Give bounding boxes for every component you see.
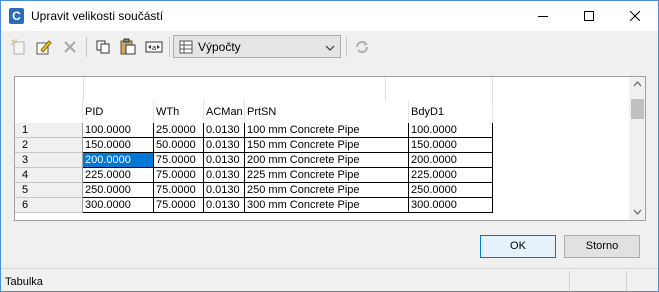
table-row: 1 100.0000 25.0000 0.0130 100 mm Concret…	[15, 123, 628, 138]
cell-prtsn[interactable]: 100 mm Concrete Pipe	[245, 123, 409, 138]
cell-pid[interactable]: 100.0000	[83, 123, 154, 138]
table-row: 3 200.0000 75.0000 0.0130 200 mm Concret…	[15, 153, 628, 168]
cell-pid[interactable]: 150.0000	[83, 138, 154, 153]
row-number[interactable]: 2	[15, 138, 83, 153]
table-group-header	[15, 77, 628, 101]
cell-pid[interactable]: 300.0000	[83, 198, 154, 213]
cell-prtsn[interactable]: 225 mm Concrete Pipe	[245, 168, 409, 183]
header-acman[interactable]: ACMan	[204, 101, 245, 123]
cell-pid[interactable]: 250.0000	[83, 183, 154, 198]
table-row: 6 300.0000 75.0000 0.0130 300 mm Concret…	[15, 198, 628, 213]
cell-acman[interactable]: 0.0130	[204, 123, 245, 138]
toolbar: a Výpočty	[1, 31, 658, 63]
maximize-icon	[584, 11, 594, 21]
parts-table: PID WTh ACMan PrtSN BdyD1 1 100.0000 25.…	[14, 76, 646, 221]
close-icon	[630, 11, 640, 21]
header-bdyd1[interactable]: BdyD1	[409, 101, 493, 123]
cell-prtsn[interactable]: 300 mm Concrete Pipe	[245, 198, 409, 213]
cell-acman[interactable]: 0.0130	[204, 198, 245, 213]
refresh-icon	[356, 41, 368, 53]
cell-acman[interactable]: 0.0130	[204, 153, 245, 168]
title-bar: C Upravit velikosti součástí	[1, 1, 658, 31]
cell-bdyd1[interactable]: 200.0000	[409, 153, 493, 168]
table-icon	[179, 40, 193, 57]
cell-bdyd1[interactable]: 100.0000	[409, 123, 493, 138]
window-title: Upravit velikosti součástí	[31, 9, 164, 23]
maximize-button[interactable]	[566, 1, 612, 31]
row-number[interactable]: 3	[15, 153, 83, 168]
cell-wth[interactable]: 50.0000	[154, 138, 204, 153]
cell-prtsn[interactable]: 250 mm Concrete Pipe	[245, 183, 409, 198]
scroll-up-icon	[633, 81, 642, 87]
header-wth[interactable]: WTh	[154, 101, 204, 123]
dialog-window: C Upravit velikosti součástí a Výpočty P…	[0, 0, 659, 292]
vertical-scrollbar[interactable]	[629, 77, 645, 220]
delete-x-icon	[64, 41, 76, 53]
ok-button[interactable]: OK	[480, 235, 556, 258]
table-header: PID WTh ACMan PrtSN BdyD1	[15, 101, 628, 123]
paste-button[interactable]	[117, 36, 139, 58]
header-prtsn[interactable]: PrtSN	[245, 101, 409, 123]
cell-wth[interactable]: 75.0000	[154, 198, 204, 213]
refresh-button[interactable]	[351, 36, 373, 58]
edit-button[interactable]	[33, 36, 55, 58]
copy-button[interactable]	[92, 36, 114, 58]
minimize-icon	[538, 16, 548, 17]
scrollbar-thumb[interactable]	[631, 99, 644, 119]
cell-bdyd1[interactable]: 300.0000	[409, 198, 493, 213]
cell-acman[interactable]: 0.0130	[204, 168, 245, 183]
minimize-button[interactable]	[520, 1, 566, 31]
delete-button[interactable]	[59, 36, 81, 58]
cell-acman[interactable]: 0.0130	[204, 183, 245, 198]
row-number[interactable]: 1	[15, 123, 83, 138]
app-logo-icon: C	[9, 8, 24, 24]
cell-bdyd1[interactable]: 250.0000	[409, 183, 493, 198]
cell-bdyd1[interactable]: 225.0000	[409, 168, 493, 183]
chevron-down-icon	[325, 43, 335, 55]
cell-acman[interactable]: 0.0130	[204, 138, 245, 153]
table-row: 5 250.0000 75.0000 0.0130 250 mm Concret…	[15, 183, 628, 198]
cell-bdyd1[interactable]: 150.0000	[409, 138, 493, 153]
copy-icon	[96, 40, 110, 54]
paste-icon	[120, 38, 136, 55]
cell-wth[interactable]: 75.0000	[154, 183, 204, 198]
new-button[interactable]	[8, 36, 30, 58]
cell-wth[interactable]: 75.0000	[154, 168, 204, 183]
row-number[interactable]: 4	[15, 168, 83, 183]
scroll-down-icon	[633, 209, 642, 215]
status-bar: Tabulka	[1, 268, 658, 291]
cell-pid[interactable]: 225.0000	[83, 168, 154, 183]
header-pid[interactable]: PID	[83, 101, 154, 123]
cell-prtsn[interactable]: 150 mm Concrete Pipe	[245, 138, 409, 153]
new-document-icon	[11, 39, 25, 55]
table-row: 4 225.0000 75.0000 0.0130 225 mm Concret…	[15, 168, 628, 183]
cell-pid-selected[interactable]: 200.0000	[83, 153, 154, 168]
row-number[interactable]: 5	[15, 183, 83, 198]
view-select-value: Výpočty	[198, 40, 241, 54]
header-corner	[15, 101, 83, 123]
view-select[interactable]: Výpočty	[173, 35, 341, 58]
row-number[interactable]: 6	[15, 198, 83, 213]
resize-columns-button[interactable]: a	[143, 36, 165, 58]
edit-pencil-icon	[36, 40, 52, 55]
table-row: 2 150.0000 50.0000 0.0130 150 mm Concret…	[15, 138, 628, 153]
cell-prtsn[interactable]: 200 mm Concrete Pipe	[245, 153, 409, 168]
cancel-button[interactable]: Storno	[564, 235, 640, 258]
cell-wth[interactable]: 25.0000	[154, 123, 204, 138]
svg-text:a: a	[152, 44, 156, 52]
status-text: Tabulka	[5, 276, 43, 288]
column-resize-icon: a	[145, 41, 163, 53]
cell-wth[interactable]: 75.0000	[154, 153, 204, 168]
close-button[interactable]	[612, 1, 658, 31]
